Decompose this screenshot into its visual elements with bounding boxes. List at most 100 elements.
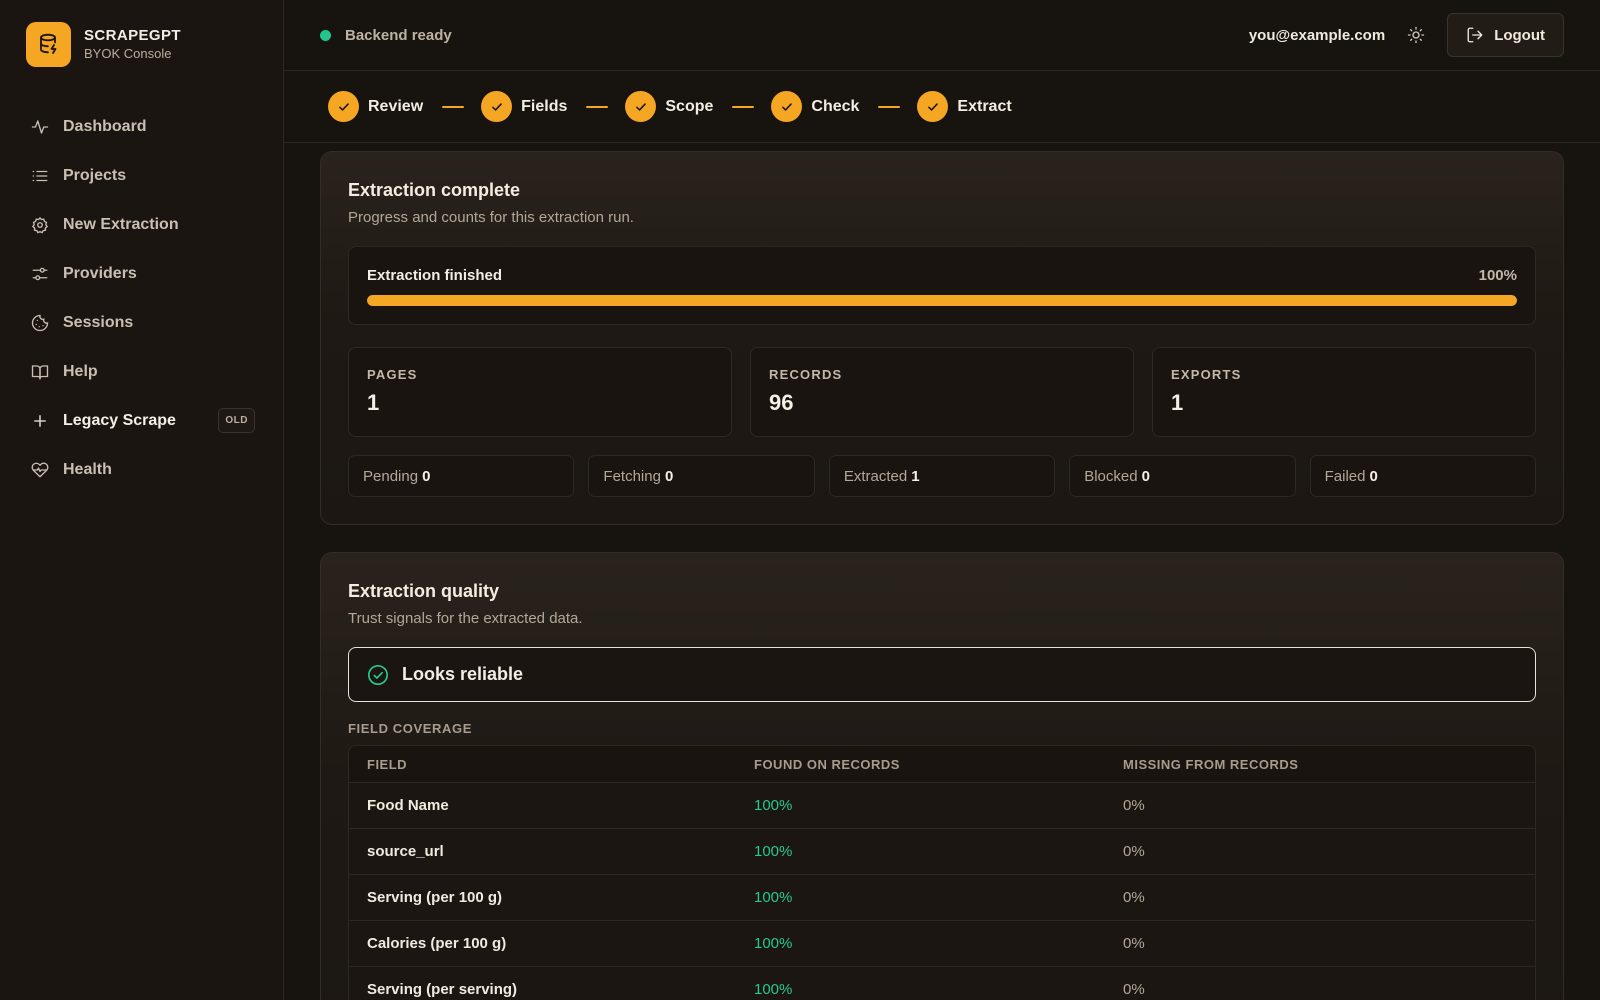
progress-panel: Extraction finished 100%	[348, 246, 1536, 325]
found-value: 100%	[754, 981, 793, 998]
logout-icon	[1466, 26, 1484, 44]
sidebar-item-new-extraction[interactable]: New Extraction	[0, 200, 283, 249]
sidebar-item-label: Projects	[63, 166, 127, 184]
step-label: Scope	[665, 97, 714, 115]
count-blocked: Blocked 0	[1069, 455, 1296, 497]
check-icon	[917, 91, 949, 122]
activity-icon	[30, 117, 50, 137]
app-root: SCRAPEGPT BYOK Console Dashboard Project…	[0, 0, 1600, 1000]
brand[interactable]: SCRAPEGPT BYOK Console	[0, 21, 283, 67]
count-value: 0	[422, 467, 431, 485]
table-row: Food Name 100% 0%	[349, 782, 1535, 828]
step-separator	[878, 105, 901, 108]
found-value: 100%	[754, 797, 793, 814]
sidebar-item-providers[interactable]: Providers	[0, 249, 283, 298]
plus-icon	[30, 411, 50, 431]
stat-pages: PAGES 1	[348, 347, 732, 437]
step-separator	[442, 105, 465, 108]
count-value: 0	[664, 467, 674, 485]
sidebar: SCRAPEGPT BYOK Console Dashboard Project…	[0, 0, 284, 1000]
progress-track	[367, 295, 1517, 306]
field-name: Food Name	[367, 797, 449, 814]
table-row: Serving (per serving) 100% 0%	[349, 966, 1535, 1000]
sidebar-item-label: Health	[63, 460, 112, 478]
table-row: Serving (per 100 g) 100% 0%	[349, 874, 1535, 920]
card-subtitle: Trust signals for the extracted data.	[348, 610, 583, 627]
table-row: source_url 100% 0%	[349, 828, 1535, 874]
gear-icon	[30, 215, 50, 235]
card-subtitle: Progress and counts for this extraction …	[348, 209, 634, 226]
sidebar-item-label: Providers	[63, 264, 137, 282]
stat-label: EXPORTS	[1171, 367, 1242, 382]
step-separator	[732, 105, 755, 108]
sidebar-item-label: Sessions	[63, 313, 134, 331]
count-label: Fetching	[603, 467, 661, 485]
check-icon	[771, 91, 803, 122]
step-label: Check	[811, 97, 860, 115]
sidebar-item-legacy-scrape[interactable]: Legacy Scrape OLD	[0, 396, 283, 445]
progress-label: Extraction finished	[367, 267, 503, 284]
sidebar-item-label: Legacy Scrape	[63, 411, 176, 429]
book-icon	[30, 362, 50, 382]
count-extracted: Extracted 1	[828, 455, 1056, 497]
brand-subtitle: BYOK Console	[84, 46, 172, 61]
table-row: Calories (per 100 g) 100% 0%	[349, 920, 1535, 966]
column-header[interactable]: FIELD	[367, 757, 754, 772]
stat-value: 1	[1171, 390, 1184, 415]
field-name: Serving (per 100 g)	[367, 889, 503, 906]
check-icon	[625, 91, 657, 122]
user-email: you@example.com	[1248, 26, 1386, 44]
old-badge: OLD	[218, 408, 255, 433]
reliability-verdict: Looks reliable	[402, 664, 524, 684]
database-logo-icon	[26, 21, 71, 67]
sidebar-item-sessions[interactable]: Sessions	[0, 298, 283, 347]
step-review[interactable]: Review	[328, 91, 423, 122]
stepper: Review Fields Scope Check Extract	[284, 71, 1600, 143]
step-scope[interactable]: Scope	[625, 91, 713, 122]
found-value: 100%	[754, 889, 793, 906]
column-header[interactable]: FOUND ON RECORDS	[754, 757, 1123, 772]
count-label: Blocked	[1084, 467, 1138, 485]
sidebar-item-help[interactable]: Help	[0, 347, 283, 396]
table-header: FIELD FOUND ON RECORDS MISSING FROM RECO…	[349, 746, 1535, 782]
heart-pulse-icon	[30, 460, 50, 480]
stats-row: PAGES 1 RECORDS 96 EXPORTS 1	[348, 347, 1536, 437]
step-check[interactable]: Check	[771, 91, 859, 122]
quality-card: Extraction quality Trust signals for the…	[320, 552, 1564, 1000]
logout-button[interactable]: Logout	[1447, 13, 1564, 57]
field-coverage-label: FIELD COVERAGE	[348, 721, 472, 736]
sidebar-nav: Dashboard Projects New Extraction Provid…	[0, 102, 283, 494]
extraction-card: Extraction complete Progress and counts …	[320, 151, 1564, 525]
card-title: Extraction complete	[348, 180, 521, 200]
count-value: 1	[911, 467, 920, 485]
list-icon	[30, 166, 50, 186]
topbar: Backend ready you@example.com Logout	[284, 0, 1600, 71]
step-fields[interactable]: Fields	[481, 91, 567, 122]
stat-exports: EXPORTS 1	[1152, 347, 1536, 437]
step-separator	[586, 105, 609, 108]
sidebar-item-label: Help	[63, 362, 98, 380]
missing-value: 0%	[1123, 889, 1145, 906]
stat-label: PAGES	[367, 367, 418, 382]
sidebar-item-dashboard[interactable]: Dashboard	[0, 102, 283, 151]
main-area: Backend ready you@example.com Logout Rev…	[284, 0, 1600, 1000]
sidebar-item-label: New Extraction	[63, 215, 179, 233]
content: Extraction complete Progress and counts …	[284, 143, 1600, 1000]
check-icon	[328, 91, 359, 122]
sidebar-item-projects[interactable]: Projects	[0, 151, 283, 200]
status-counts: Pending 0 Fetching 0 Extracted 1 Blocked…	[348, 455, 1537, 497]
missing-value: 0%	[1123, 935, 1145, 952]
check-icon	[481, 91, 513, 122]
sun-icon[interactable]	[1405, 24, 1427, 46]
count-label: Pending	[363, 467, 419, 485]
field-name: Serving (per serving)	[367, 981, 518, 998]
sidebar-item-health[interactable]: Health	[0, 445, 283, 494]
missing-value: 0%	[1123, 843, 1145, 860]
step-extract[interactable]: Extract	[917, 91, 1012, 122]
count-pending: Pending 0	[348, 455, 575, 497]
count-failed: Failed 0	[1309, 455, 1537, 497]
sliders-icon	[30, 264, 50, 284]
field-name: Calories (per 100 g)	[367, 935, 507, 952]
sidebar-item-label: Dashboard	[63, 117, 147, 135]
column-header[interactable]: MISSING FROM RECORDS	[1123, 757, 1517, 772]
